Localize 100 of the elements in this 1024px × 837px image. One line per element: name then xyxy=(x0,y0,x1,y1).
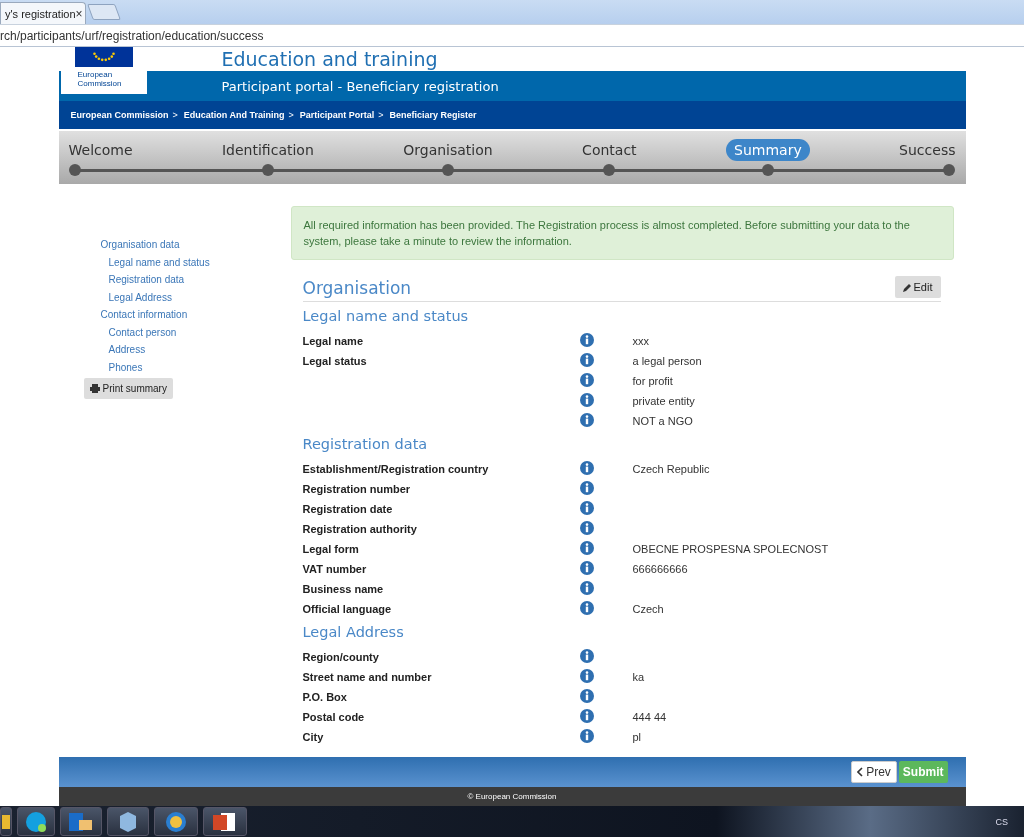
step-label[interactable]: Organisation xyxy=(403,139,493,161)
info-alert: All required information has been provided. The Registration process is almost completed. Before submitting your data to the system, please take a minute to review the information. xyxy=(290,206,954,260)
breadcrumb-link[interactable]: European Commission xyxy=(70,110,169,120)
step-label[interactable]: Contact xyxy=(582,139,637,161)
slides-icon xyxy=(213,810,237,833)
field-value: xxx xyxy=(632,335,649,347)
info-icon[interactable] xyxy=(579,669,594,683)
sidebar-link[interactable]: Address xyxy=(108,341,146,359)
group-title: Legal Address xyxy=(302,624,405,640)
site-title: Education and training xyxy=(221,47,438,71)
field-value: Czech xyxy=(632,603,664,615)
taskbar-button[interactable] xyxy=(107,807,149,836)
tab-title: y's registration xyxy=(5,7,76,20)
info-icon[interactable] xyxy=(579,481,594,495)
breadcrumb-link[interactable]: Beneficiary Register xyxy=(389,110,477,120)
field-value: NOT a NGO xyxy=(632,415,693,427)
step-label[interactable]: Identification xyxy=(222,139,314,161)
sidebar-link[interactable]: Phones xyxy=(108,358,143,376)
sidebar-link[interactable]: Contact person xyxy=(108,323,177,341)
field-label: City xyxy=(302,731,324,743)
compass-icon xyxy=(165,810,187,833)
info-icon[interactable] xyxy=(579,541,594,555)
logo-text: European Commission xyxy=(77,70,123,88)
step-label[interactable]: Summary xyxy=(726,139,810,161)
print-button[interactable]: Print summary xyxy=(83,378,173,399)
field-label: P.O. Box xyxy=(302,691,347,703)
field-label: Legal status xyxy=(302,355,367,367)
sidebar-link[interactable]: Registration data xyxy=(108,271,185,289)
info-icon[interactable] xyxy=(579,353,594,367)
field-label: Region/county xyxy=(302,651,379,663)
info-icon[interactable] xyxy=(579,729,594,743)
taskbar-button[interactable] xyxy=(0,807,12,836)
taskbar-button[interactable] xyxy=(203,807,247,836)
field-value: for profit xyxy=(632,375,673,387)
sidebar-link[interactable]: Contact information xyxy=(100,306,188,324)
field-label: Establishment/Registration country xyxy=(302,463,489,475)
sidebar-link[interactable]: Organisation data xyxy=(100,236,180,254)
breadcrumb-link[interactable]: Education And Training xyxy=(183,110,285,120)
box-icon xyxy=(118,810,138,833)
field-value: a legal person xyxy=(632,355,702,367)
mail-icon xyxy=(69,810,93,833)
breadcrumb-separator: > xyxy=(288,110,294,120)
info-icon[interactable] xyxy=(579,581,594,595)
step-label[interactable]: Welcome xyxy=(68,139,133,161)
field-label: Legal name xyxy=(302,335,364,347)
url-text: rch/participants/urf/registration/education/success xyxy=(0,28,264,43)
taskbar-button[interactable] xyxy=(154,807,198,836)
language-indicator[interactable]: CS xyxy=(995,816,1008,827)
copyright-text: © European Commission xyxy=(467,792,557,801)
field-value: ka xyxy=(632,671,645,683)
group-title: Registration data xyxy=(302,436,429,452)
field-value: 444 44 xyxy=(632,711,667,723)
prev-button[interactable]: Prev xyxy=(851,761,897,783)
field-label: Legal form xyxy=(302,543,359,555)
field-value: 666666666 xyxy=(632,563,688,575)
breadcrumb-separator: > xyxy=(172,110,178,120)
step-label[interactable]: Success xyxy=(899,139,956,161)
group-title: Legal name and status xyxy=(302,308,470,324)
field-value: pl xyxy=(632,731,642,743)
field-label: Street name and number xyxy=(302,671,432,683)
address-bar[interactable]: rch/participants/urf/registration/education/success xyxy=(0,24,1024,47)
field-value: private entity xyxy=(632,395,695,407)
info-icon[interactable] xyxy=(579,689,594,703)
info-icon[interactable] xyxy=(579,601,594,615)
sidebar-link[interactable]: Legal name and status xyxy=(108,253,210,271)
info-icon[interactable] xyxy=(579,333,594,347)
info-icon[interactable] xyxy=(579,461,594,475)
section-title: Organisation xyxy=(302,278,412,298)
printer-icon xyxy=(89,384,100,393)
info-icon[interactable] xyxy=(579,561,594,575)
field-label: Registration number xyxy=(302,483,411,495)
field-value: Czech Republic xyxy=(632,463,710,475)
flag-icon xyxy=(74,47,133,67)
portal-subtitle: Participant portal - Beneficiary registration xyxy=(221,78,499,94)
taskbar-button[interactable] xyxy=(60,807,102,836)
field-label: VAT number xyxy=(302,563,367,575)
info-icon[interactable] xyxy=(579,521,594,535)
info-icon[interactable] xyxy=(579,373,594,387)
browser-tab[interactable]: y's registration× xyxy=(0,2,86,24)
folder-icon xyxy=(2,814,10,829)
chevron-left-icon xyxy=(857,767,864,777)
field-label: Business name xyxy=(302,583,384,595)
info-icon[interactable] xyxy=(579,413,594,427)
taskbar-button[interactable] xyxy=(17,807,55,836)
field-label: Registration date xyxy=(302,503,393,515)
pencil-icon xyxy=(902,282,912,292)
sidebar-link[interactable]: Legal Address xyxy=(108,288,172,306)
info-icon[interactable] xyxy=(579,501,594,515)
field-label: Official language xyxy=(302,603,392,615)
breadcrumb-link[interactable]: Participant Portal xyxy=(299,110,375,120)
edit-button[interactable]: Edit xyxy=(894,276,941,298)
close-button[interactable]: × xyxy=(75,6,83,21)
field-value: OBECNE PROSPESNA SPOLECNOST xyxy=(632,543,829,555)
field-label: Registration authority xyxy=(302,523,417,535)
chat-bubble-icon xyxy=(25,810,47,833)
info-icon[interactable] xyxy=(579,649,594,663)
breadcrumb-separator: > xyxy=(378,110,384,120)
info-icon[interactable] xyxy=(579,393,594,407)
field-label: Postal code xyxy=(302,711,365,723)
info-icon[interactable] xyxy=(579,709,594,723)
